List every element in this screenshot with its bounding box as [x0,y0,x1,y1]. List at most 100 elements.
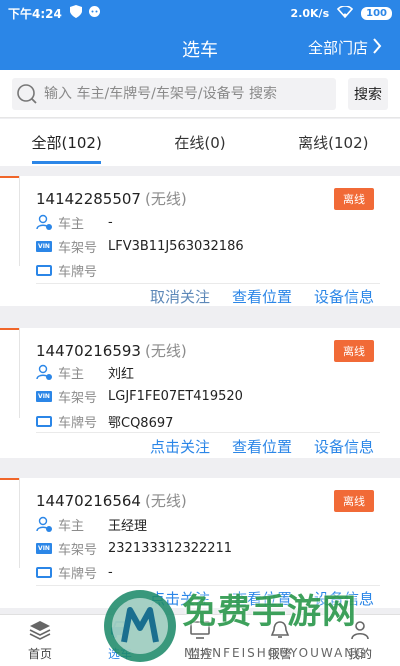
nav-select-car[interactable]: 选车 [80,615,160,666]
plate-row: 车牌号 [36,260,108,280]
offline-badge: 离线 [334,188,374,210]
plate-value: 鄂CQ8697 [108,415,174,431]
layers-icon [29,620,51,643]
card-marker [0,328,20,330]
vehicle-card[interactable]: 14470216593 (无线) 离线 车主 刘红 VIN 车架号 LGJF1FE… [0,328,400,458]
vin-label: 车架号 [58,542,98,558]
navigation-bar: 选车 全部门店 [0,26,400,70]
search-input[interactable] [44,79,324,109]
vin-icon: VIN [36,388,52,404]
vehicle-card[interactable]: 14470216564 (无线) 离线 车主 王经理 VIN 车架号 232133… [0,478,400,608]
offline-badge: 离线 [334,340,374,362]
vin-icon: VIN [36,238,52,254]
plate-value: - [108,564,113,580]
device-status: (无线) [144,492,187,510]
plate-label: 车牌号 [58,566,98,582]
battery-indicator: 100 [361,6,392,20]
owner-label: 车主 [58,366,85,382]
vin-value: 232133312322211 [108,540,233,556]
nav-home-label: 首页 [27,646,52,661]
device-info-button[interactable]: 设备信息 [314,588,374,612]
plate-icon [36,262,52,278]
status-bar: 下午4:24 2.0K/s 100 [0,0,400,26]
plate-row: 车牌号 - [36,562,113,582]
card-divider [36,283,380,284]
monitor-icon [189,620,211,643]
vin-value: LFV3B11J563032186 [108,238,244,254]
nav-alarm-label: 报警 [267,646,292,661]
view-location-button[interactable]: 查看位置 [232,286,292,310]
owner-row: 车主 王经理 [36,514,147,534]
all-stores-label: 全部门店 [307,39,368,57]
unfollow-button[interactable]: 取消关注 [150,286,210,310]
device-number: 14142285507 (无线) [36,188,187,209]
tab-online[interactable]: 在线(0) [133,119,266,166]
card-divider [36,432,380,433]
device-info-button[interactable]: 设备信息 [314,286,374,310]
chat-icon [88,5,101,21]
vin-icon: VIN [36,540,52,556]
chevron-right-icon [372,37,382,58]
search-field [12,78,336,110]
vin-row: VIN 车架号 LFV3B11J563032186 [36,236,244,256]
card-divider [36,585,380,586]
plate-label: 车牌号 [58,415,98,431]
owner-icon [36,214,52,230]
card-actions: 点击关注 查看位置 设备信息 [0,588,374,612]
plate-icon [36,413,52,429]
bottom-navigation: 首页 选车 监控 报警 我的 [0,614,400,666]
plate-row: 车牌号 鄂CQ8697 [36,411,173,431]
device-id: 14470216593 [36,342,141,360]
vin-label: 车架号 [58,240,98,256]
device-id: 14142285507 [36,190,141,208]
nav-select-car-label: 选车 [107,646,132,661]
view-location-button[interactable]: 查看位置 [232,588,292,612]
filter-tabs: 全部(102) 在线(0) 离线(102) [0,119,400,166]
owner-value: - [108,214,113,230]
device-number: 14470216593 (无线) [36,340,187,361]
owner-label: 车主 [58,216,85,232]
vehicle-card[interactable]: 14142285507 (无线) 离线 车主 - VIN 车架号 LFV3B11J… [0,176,400,306]
device-info-button[interactable]: 设备信息 [314,436,374,460]
wifi-icon [337,4,354,21]
owner-value: 王经理 [108,518,148,534]
card-marker [0,176,20,178]
nav-profile[interactable]: 我的 [320,615,400,666]
owner-icon [36,516,52,532]
search-icon [16,83,38,105]
alarm-icon [269,620,291,643]
card-marker-line [19,478,20,568]
vin-value: LGJF1FE07ET419520 [108,388,243,404]
search-bar: 搜索 [0,70,400,118]
follow-button[interactable]: 点击关注 [150,588,210,612]
owner-value: 刘红 [108,366,135,382]
card-marker-line [19,176,20,266]
vin-row: VIN 车架号 232133312322211 [36,538,232,558]
device-status: (无线) [144,190,187,208]
nav-home[interactable]: 首页 [0,615,80,666]
vin-label: 车架号 [58,390,98,406]
owner-row: 车主 - [36,212,113,232]
vin-row: VIN 车架号 LGJF1FE07ET419520 [36,386,243,406]
view-location-button[interactable]: 查看位置 [232,436,292,460]
device-number: 14470216564 (无线) [36,490,187,511]
nav-profile-label: 我的 [347,646,372,661]
tab-all[interactable]: 全部(102) [0,119,133,166]
owner-icon [36,364,52,380]
owner-label: 车主 [58,518,85,534]
device-status: (无线) [144,342,187,360]
nav-monitor[interactable]: 监控 [160,615,240,666]
owner-row: 车主 刘红 [36,362,134,382]
user-icon [349,620,371,643]
offline-badge: 离线 [334,490,374,512]
card-marker-line [19,328,20,418]
all-stores-button[interactable]: 全部门店 [308,37,382,58]
search-button[interactable]: 搜索 [348,78,388,110]
card-actions: 点击关注 查看位置 设备信息 [0,436,374,460]
status-time: 下午4:24 [8,6,62,21]
tab-offline[interactable]: 离线(102) [267,119,400,166]
nav-alarm[interactable]: 报警 [240,615,320,666]
car-icon [109,620,131,643]
follow-button[interactable]: 点击关注 [150,436,210,460]
network-speed: 2.0K/s [290,6,330,20]
